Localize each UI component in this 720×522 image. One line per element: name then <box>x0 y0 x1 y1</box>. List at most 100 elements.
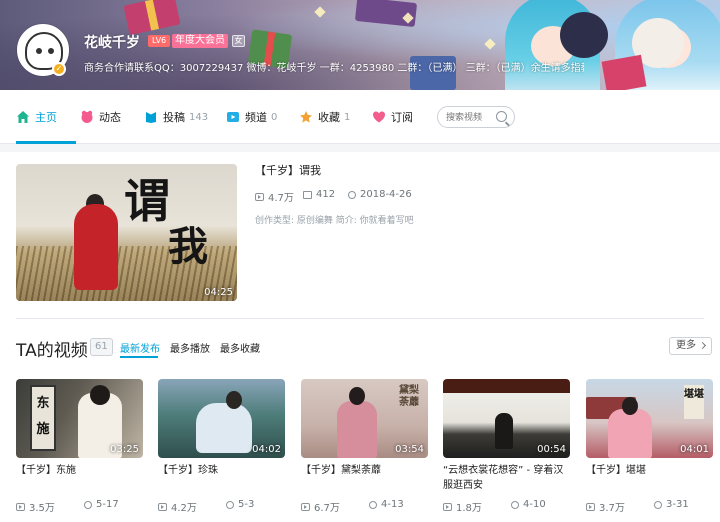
video-card[interactable]: 堪堪 04:01 【千岁】堪堪 3.7万 3-31 <box>586 379 714 514</box>
tab-home[interactable]: 主页 <box>16 90 57 144</box>
video-title[interactable]: “云想衣裳花想容” - 穿着汉服逛西安 <box>443 463 573 493</box>
video-duration: 03:25 <box>110 444 139 455</box>
play-count-icon <box>443 502 452 511</box>
profile-signature: 商务合作请联系QQ：3007229437 微博：花岐千岁 一群：4253980 … <box>84 63 584 74</box>
video-title[interactable]: 【千岁】珍珠 <box>158 463 288 478</box>
favorites-count: 1 <box>344 111 351 123</box>
play-count: 4.2万 <box>171 503 197 514</box>
chevron-right-icon <box>698 341 707 350</box>
clock-icon <box>226 500 234 509</box>
more-label: 更多 <box>676 340 696 351</box>
play-count-icon <box>301 502 310 511</box>
verified-badge-icon: ✓ <box>52 62 66 76</box>
play-count-icon <box>158 502 167 511</box>
play-count-icon <box>16 502 25 511</box>
tab-uploads[interactable]: 投稿 143 <box>144 90 208 144</box>
profile-banner: ✓ 花岐千岁 LV6 年度大会员 女 商务合作请联系QQ：3007229437 … <box>0 0 720 90</box>
uploads-count: 143 <box>189 111 209 123</box>
video-card[interactable]: 00:54 “云想衣裳花想容” - 穿着汉服逛西安 1.8万 4-10 <box>443 379 571 514</box>
channel-count: 0 <box>271 111 278 123</box>
section-separator <box>0 144 720 152</box>
section-title: TA的视频 <box>16 341 88 361</box>
sort-tab-latest[interactable]: 最新发布 <box>120 340 160 355</box>
level-badge: LV6 <box>148 35 171 47</box>
danmaku-count: 412 <box>316 189 336 200</box>
danmaku-icon <box>303 190 312 199</box>
featured-video-title[interactable]: 【千岁】谓我 <box>255 162 321 178</box>
video-thumbnail[interactable]: 00:54 <box>443 379 570 458</box>
video-card[interactable]: 东施 03:25 【千岁】东施 3.5万 5-17 <box>16 379 144 514</box>
video-duration: 00:54 <box>537 444 566 455</box>
video-title[interactable]: 【千岁】东施 <box>16 463 146 478</box>
upload-date: 2018-4-26 <box>360 189 412 200</box>
active-sort-indicator <box>120 356 158 358</box>
vip-badge[interactable]: 年度大会员 <box>172 34 228 48</box>
thumbnail-calligraphy: 堪堪 <box>684 385 704 419</box>
ribbon-decoration <box>601 54 647 90</box>
video-duration: 04:25 <box>204 287 233 298</box>
video-duration: 03:54 <box>395 444 424 455</box>
upload-date: 4-13 <box>381 499 404 510</box>
clock-icon <box>348 190 356 199</box>
clock-icon <box>84 500 92 509</box>
video-card[interactable]: 04:02 【千岁】珍珠 4.2万 5-3 <box>158 379 286 514</box>
play-count-icon <box>586 502 595 511</box>
plush-bunny-art <box>560 12 608 58</box>
play-count: 6.7万 <box>314 503 340 514</box>
calligraphy-char: 谓 <box>124 174 170 228</box>
subscribe-icon <box>372 110 386 124</box>
video-count-badge: 61 <box>90 338 113 356</box>
play-count: 3.7万 <box>599 503 625 514</box>
profile-nav: 主页 动态 投稿 143 频道 0 收藏 1 订阅 <box>0 90 720 144</box>
video-title[interactable]: 【千岁】黛梨荼蘼 <box>301 463 431 478</box>
search-icon[interactable] <box>496 111 507 122</box>
tab-dynamic[interactable]: 动态 <box>80 90 121 144</box>
play-count-icon <box>255 192 264 201</box>
sort-tab-most-played[interactable]: 最多播放 <box>170 340 210 355</box>
sort-tab-most-favorited[interactable]: 最多收藏 <box>220 340 260 355</box>
play-count: 3.5万 <box>29 503 55 514</box>
thumbnail-calligraphy: 黛梨荼蘼 <box>399 385 419 408</box>
video-thumbnail[interactable]: 黛梨荼蘼 03:54 <box>301 379 428 458</box>
upload-icon <box>144 110 158 124</box>
tab-channel-label: 频道 <box>245 111 267 124</box>
dynamic-icon <box>80 110 94 124</box>
upload-date: 3-31 <box>666 499 689 510</box>
play-count: 4.7万 <box>268 193 294 204</box>
upload-date: 5-3 <box>238 499 255 510</box>
tab-subscribe[interactable]: 订阅 <box>372 90 413 144</box>
video-title[interactable]: 【千岁】堪堪 <box>586 463 716 478</box>
tab-subscribe-label: 订阅 <box>391 111 413 124</box>
upload-date: 5-17 <box>96 499 119 510</box>
video-duration: 04:02 <box>252 444 281 455</box>
clock-icon <box>369 500 377 509</box>
calligraphy-char: 我 <box>168 223 208 270</box>
play-count: 1.8万 <box>456 503 482 514</box>
tab-dynamic-label: 动态 <box>99 111 121 124</box>
thumbnail-calligraphy: 谓 我 <box>124 178 224 270</box>
video-search[interactable] <box>437 106 515 128</box>
clock-icon <box>511 500 519 509</box>
search-input[interactable] <box>446 111 494 124</box>
channel-icon <box>226 110 240 124</box>
divider <box>16 318 704 319</box>
tab-favorites[interactable]: 收藏 1 <box>299 90 350 144</box>
favorite-icon <box>299 110 313 124</box>
video-thumbnail[interactable]: 东施 03:25 <box>16 379 143 458</box>
tab-channel[interactable]: 频道 0 <box>226 90 277 144</box>
upload-date: 4-10 <box>523 499 546 510</box>
video-duration: 04:01 <box>680 444 709 455</box>
video-thumbnail[interactable]: 04:02 <box>158 379 285 458</box>
tab-uploads-label: 投稿 <box>163 111 185 124</box>
thumbnail-calligraphy: 东施 <box>30 385 56 451</box>
video-card[interactable]: 黛梨荼蘼 03:54 【千岁】黛梨荼蘼 6.7万 4-13 <box>301 379 429 514</box>
username: 花岐千岁 <box>84 35 140 51</box>
more-button[interactable]: 更多 <box>669 337 712 355</box>
gender-icon: 女 <box>232 35 245 47</box>
clock-icon <box>654 500 662 509</box>
featured-video-description: 创作类型: 原创编舞 简介: 你就看着写吧 <box>255 216 414 226</box>
home-icon <box>16 110 30 124</box>
video-thumbnail[interactable]: 堪堪 04:01 <box>586 379 713 458</box>
tab-favorites-label: 收藏 <box>318 111 340 124</box>
featured-video-thumbnail[interactable]: 谓 我 04:25 <box>16 164 237 301</box>
